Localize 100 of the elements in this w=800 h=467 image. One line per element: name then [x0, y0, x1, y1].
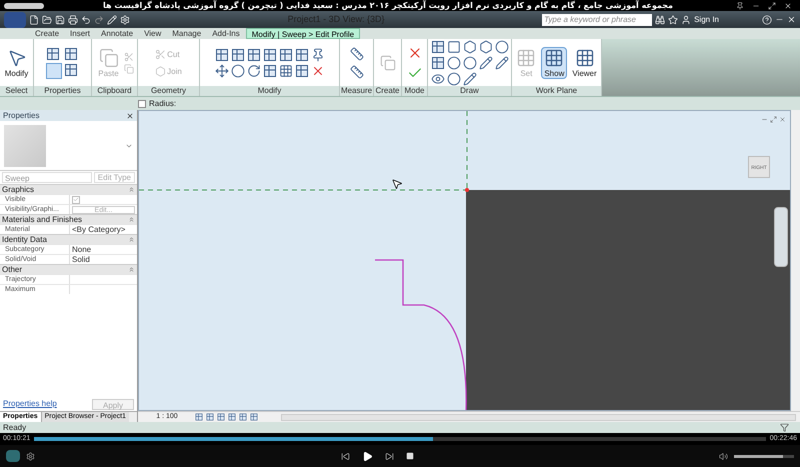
hexagon-icon[interactable] — [462, 40, 476, 54]
mouse-cursor-icon — [391, 178, 403, 190]
grid-icon[interactable] — [64, 62, 78, 76]
view-control-icon[interactable] — [206, 413, 214, 421]
ruler-icon[interactable] — [350, 46, 364, 60]
folder-icon[interactable] — [42, 14, 52, 24]
user-icon[interactable] — [681, 14, 692, 24]
panel-title: Draw — [428, 86, 511, 96]
sign-in-link[interactable]: Sign In — [694, 14, 719, 26]
vertical-scrollbar[interactable] — [791, 110, 800, 411]
group-heading: Materials and Finishes — [2, 214, 82, 226]
tool-icon — [516, 48, 536, 68]
ribbon-tab[interactable]: Annotate — [96, 28, 138, 39]
undo-icon[interactable] — [81, 14, 91, 24]
tool-icon — [544, 48, 564, 68]
panel-title: Work Plane — [512, 86, 601, 96]
properties-help-link[interactable]: Properties help — [3, 398, 57, 410]
property-value: Solid — [72, 254, 90, 266]
ribbon-tab[interactable]: View — [139, 28, 166, 39]
grid-icon[interactable] — [294, 64, 308, 78]
view-control-icon[interactable] — [250, 413, 258, 421]
hexagon-icon[interactable] — [478, 40, 492, 54]
restore-icon[interactable] — [770, 116, 777, 123]
rotate-icon[interactable] — [246, 64, 260, 78]
ribbon-tab[interactable]: Modify | Sweep > Edit Profile — [246, 28, 360, 39]
printer-icon[interactable] — [68, 14, 78, 24]
tool-button[interactable]: Modify — [2, 46, 32, 78]
radius-checkbox[interactable] — [138, 100, 146, 108]
filter-icon[interactable] — [780, 423, 789, 432]
pencil-icon[interactable] — [478, 56, 492, 70]
ruler-icon[interactable] — [350, 64, 364, 78]
square-icon[interactable] — [446, 40, 460, 54]
close-icon[interactable] — [126, 112, 134, 120]
panel-title: Create — [374, 86, 401, 96]
new-file-icon[interactable] — [29, 14, 39, 24]
volume-level[interactable] — [734, 454, 784, 458]
player-title: مجموعه آموزشی جامع ، گام به گام و کاربردی نرم افزار رویت آرکیتکچر ۲۰۱۶ مدرس : سعید فدایی ( تیچرمن ) گروه آموزشی پادشاه گرافیست ها — [103, 0, 673, 11]
tool-button[interactable]: Viewer — [569, 46, 600, 78]
grid-icon[interactable] — [230, 48, 244, 62]
move-icon[interactable] — [214, 64, 228, 78]
property-value: None — [72, 244, 92, 256]
gear-icon[interactable] — [26, 452, 35, 460]
previous-icon[interactable] — [340, 452, 350, 460]
group-heading: Other — [2, 264, 22, 276]
radius-label: Radius: — [149, 98, 176, 110]
next-icon[interactable] — [384, 452, 394, 460]
3d-mode-button[interactable] — [6, 450, 20, 462]
play-icon[interactable] — [362, 450, 372, 462]
horizontal-scrollbar[interactable] — [281, 414, 796, 420]
grid-icon[interactable] — [214, 48, 228, 62]
pin-icon[interactable] — [736, 2, 744, 10]
pencil-icon[interactable] — [462, 72, 476, 86]
ribbon-tab[interactable]: Manage — [167, 28, 206, 39]
search-field[interactable]: Type a keyword or phrase — [542, 14, 652, 26]
view-control-icon[interactable] — [228, 413, 236, 421]
ribbon-tab[interactable]: Create — [30, 28, 64, 39]
tool-button[interactable]: Show — [541, 46, 568, 78]
pin-icon[interactable] — [310, 48, 324, 62]
panel-title: Modify — [200, 86, 339, 96]
help-icon[interactable] — [762, 14, 772, 24]
view-control-icon[interactable] — [239, 413, 247, 421]
panel-title: Mode — [402, 86, 427, 96]
volume-icon[interactable] — [719, 452, 728, 460]
properties-toggle[interactable] — [46, 62, 62, 78]
grid-icon[interactable] — [246, 48, 260, 62]
collapse-icon[interactable] — [128, 186, 135, 193]
tool-icon — [155, 66, 166, 76]
circle-icon[interactable] — [230, 64, 244, 78]
view-control-icon[interactable] — [195, 413, 203, 421]
collapse-icon[interactable] — [128, 236, 135, 243]
grid-icon[interactable] — [278, 64, 292, 78]
star-icon[interactable] — [668, 14, 678, 24]
ribbon-tab[interactable]: Insert — [65, 28, 96, 39]
save-icon[interactable] — [55, 14, 65, 24]
grid-icon[interactable] — [294, 48, 308, 62]
grid-icon[interactable] — [46, 46, 60, 60]
grid-icon[interactable] — [262, 48, 276, 62]
panel-title: Clipboard — [92, 86, 137, 96]
maximize-icon[interactable] — [768, 2, 776, 10]
stop-icon[interactable] — [406, 452, 414, 460]
group-heading: Graphics — [2, 184, 34, 196]
ribbon-tab[interactable]: Add-Ins — [207, 28, 245, 39]
grid-icon[interactable] — [262, 64, 276, 78]
visible-checkbox[interactable] — [72, 196, 80, 204]
collapse-icon[interactable] — [128, 216, 135, 223]
collapse-icon[interactable] — [128, 266, 135, 273]
grid-icon[interactable] — [278, 48, 292, 62]
circle-icon[interactable] — [494, 40, 508, 54]
view-control-icon[interactable] — [217, 413, 225, 421]
eye-icon[interactable] — [430, 72, 444, 86]
panel-title: Properties — [3, 110, 40, 122]
panel-title: Geometry — [138, 86, 199, 96]
property-value: <By Category> — [72, 224, 126, 236]
tool-icon — [155, 48, 166, 60]
redo-icon[interactable] — [94, 14, 104, 24]
panel-title: Select — [0, 86, 33, 96]
grid-icon[interactable] — [64, 46, 78, 60]
binoculars-icon[interactable] — [655, 14, 666, 24]
tool-icon — [6, 48, 26, 68]
tool-icon — [98, 48, 118, 68]
